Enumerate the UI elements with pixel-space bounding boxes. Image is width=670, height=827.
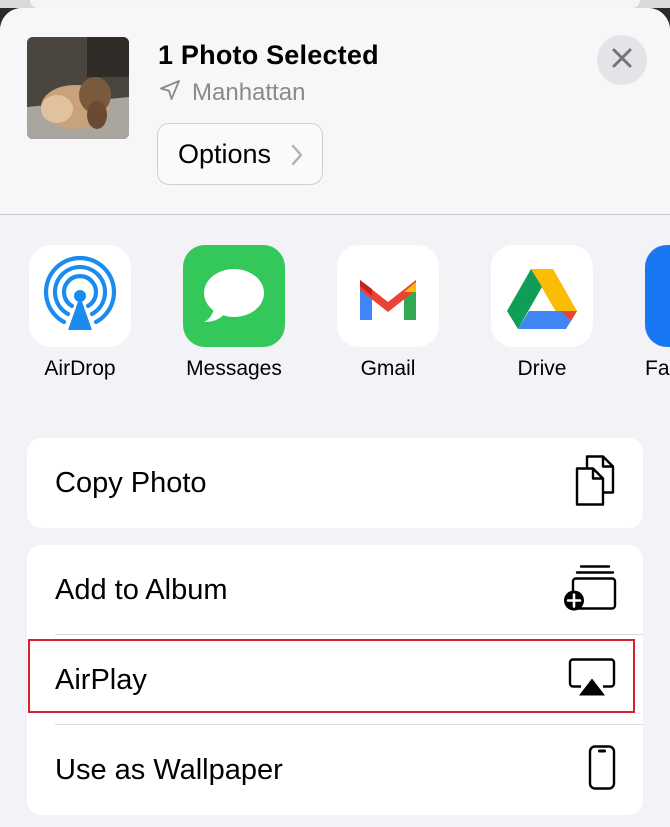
gmail-icon xyxy=(337,245,439,347)
airplay-label: AirPlay xyxy=(55,663,147,696)
facebook-icon xyxy=(645,245,670,347)
app-messages[interactable]: Messages xyxy=(183,245,285,381)
actions-group: Add to Album AirPlay Use as Wallpaper xyxy=(27,545,643,815)
copy-photo-label: Copy Photo xyxy=(55,466,207,499)
photo-selected-title: 1 Photo Selected xyxy=(158,40,379,70)
location-label: Manhattan xyxy=(192,78,306,106)
chevron-right-icon xyxy=(290,143,304,172)
app-label-drive: Drive xyxy=(517,357,567,380)
drive-icon xyxy=(491,245,593,347)
phone-icon xyxy=(587,745,617,796)
add-to-album-label: Add to Album xyxy=(55,573,228,606)
app-gmail[interactable]: Gmail xyxy=(337,245,439,381)
app-facebook[interactable]: Fa xyxy=(645,245,670,381)
airdrop-icon xyxy=(29,245,131,347)
add-album-icon xyxy=(563,563,617,618)
share-header: 1 Photo Selected Manhattan Options xyxy=(0,8,670,214)
background-sheet-edge xyxy=(30,0,640,8)
messages-icon xyxy=(183,245,285,347)
app-drive[interactable]: Drive xyxy=(491,245,593,381)
app-label-messages: Messages xyxy=(186,357,282,380)
app-label-gmail: Gmail xyxy=(360,357,416,380)
close-button[interactable] xyxy=(597,35,647,85)
app-label-facebook: Fa xyxy=(645,357,670,380)
copy-group: Copy Photo xyxy=(27,438,643,528)
copy-icon xyxy=(573,455,617,512)
use-as-wallpaper-label: Use as Wallpaper xyxy=(55,753,283,786)
location-row: Manhattan xyxy=(158,78,305,107)
options-button[interactable]: Options xyxy=(157,123,323,185)
app-label-airdrop: AirDrop xyxy=(44,357,116,380)
background-sheet xyxy=(0,0,670,8)
header-divider xyxy=(0,214,670,215)
use-as-wallpaper-row[interactable]: Use as Wallpaper xyxy=(27,725,643,815)
copy-photo-row[interactable]: Copy Photo xyxy=(27,438,643,528)
airplay-icon xyxy=(567,657,617,704)
photo-thumbnail xyxy=(27,37,129,139)
options-label: Options xyxy=(178,138,272,169)
location-arrow-icon xyxy=(158,78,182,107)
airplay-row[interactable]: AirPlay xyxy=(27,635,643,725)
app-airdrop[interactable]: AirDrop xyxy=(29,245,131,381)
add-to-album-row[interactable]: Add to Album xyxy=(27,545,643,635)
share-sheet: 1 Photo Selected Manhattan Options AirDr… xyxy=(0,8,670,827)
close-icon xyxy=(611,47,633,74)
